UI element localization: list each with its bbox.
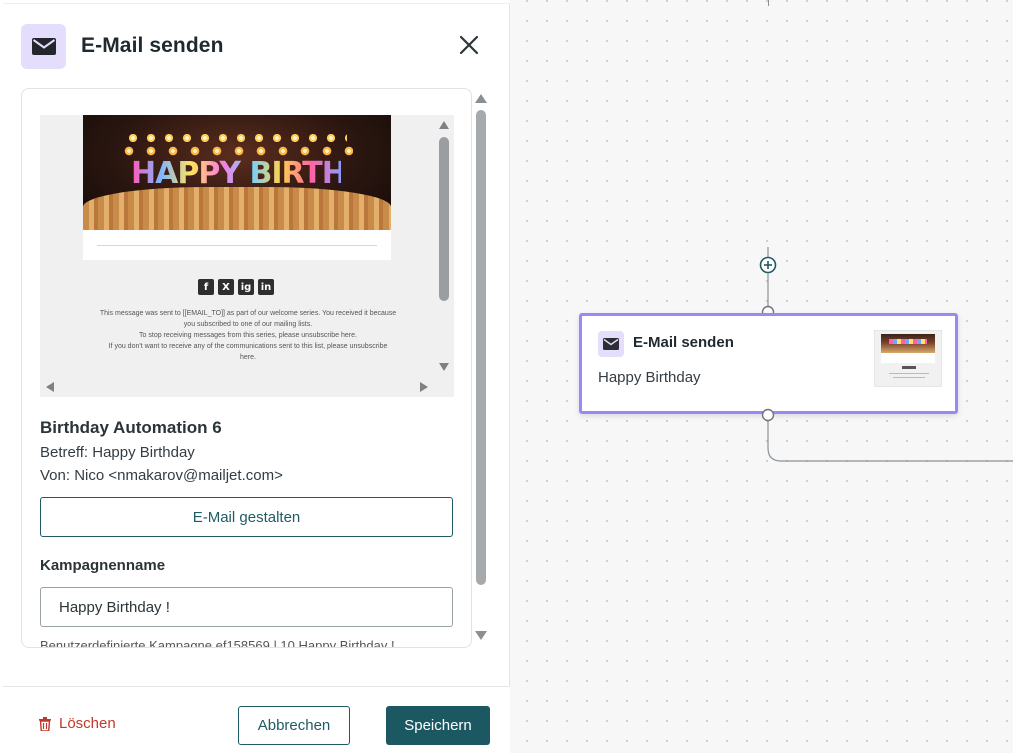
email-sender: Von: Nico <nmakarov@mailjet.com> <box>40 467 283 484</box>
scroll-thumb[interactable] <box>439 137 449 301</box>
instagram-icon: ig <box>238 279 254 295</box>
x-icon: X <box>218 279 234 295</box>
save-button[interactable]: Speichern <box>386 706 490 745</box>
scroll-right-arrow-icon[interactable] <box>420 382 428 392</box>
panel-scroll-down-icon[interactable] <box>475 631 487 640</box>
design-email-button[interactable]: E-Mail gestalten <box>40 497 453 537</box>
node-envelope-icon <box>598 331 624 357</box>
panel-title: E-Mail senden <box>81 34 224 57</box>
scroll-down-arrow-icon[interactable] <box>439 363 449 371</box>
scroll-up-arrow-icon[interactable] <box>439 121 449 129</box>
cancel-button[interactable]: Abbrechen <box>238 706 350 745</box>
close-icon[interactable] <box>455 31 483 59</box>
email-summary-card: HAPPY BIRTHDAY f X ig in This message wa… <box>21 88 472 648</box>
scroll-left-arrow-icon[interactable] <box>46 382 54 392</box>
envelope-icon <box>21 24 66 69</box>
birthday-cake-image: HAPPY BIRTHDAY <box>83 115 391 230</box>
node-title: E-Mail senden <box>633 334 734 351</box>
panel-scroll-up-icon[interactable] <box>475 94 487 103</box>
preview-vertical-scrollbar[interactable] <box>437 115 451 377</box>
email-step-node[interactable]: E-Mail senden Happy Birthday <box>579 313 958 414</box>
add-step-icon[interactable] <box>759 256 777 274</box>
step-settings-panel: E-Mail senden HAPPY BIRTHDAY f X ig in T… <box>3 3 510 753</box>
facebook-icon: f <box>198 279 214 295</box>
node-output-port[interactable] <box>761 408 775 422</box>
email-subject: Betreff: Happy Birthday <box>40 444 195 461</box>
trash-icon <box>39 716 51 731</box>
preview-horizontal-scrollbar[interactable] <box>40 377 454 397</box>
panel-scrollbar[interactable] <box>473 90 489 646</box>
social-icons: f X ig in <box>198 279 274 295</box>
node-subtitle: Happy Birthday <box>598 369 701 386</box>
email-preview[interactable]: HAPPY BIRTHDAY f X ig in This message wa… <box>40 115 454 397</box>
campaign-name-heading: Birthday Automation 6 <box>40 418 222 437</box>
node-email-thumbnail <box>874 330 942 387</box>
workflow-canvas[interactable]: E-Mail senden Happy Birthday <box>510 0 1013 753</box>
delete-button[interactable]: Löschen <box>39 715 116 732</box>
panel-footer: Löschen Abbrechen Speichern <box>3 686 510 753</box>
campaign-name-label: Kampagnenname <box>40 557 166 574</box>
campaign-name-input[interactable] <box>40 587 453 627</box>
preview-divider-block <box>83 230 391 260</box>
panel-scroll-thumb[interactable] <box>476 110 486 585</box>
campaign-id-text: Benutzerdefinierte Kampagne ef158569 | 1… <box>40 638 395 648</box>
linkedin-icon: in <box>258 279 274 295</box>
preview-footer-text: This message was sent to [[EMAIL_TO]] as… <box>99 310 397 361</box>
delete-label: Löschen <box>59 715 116 732</box>
